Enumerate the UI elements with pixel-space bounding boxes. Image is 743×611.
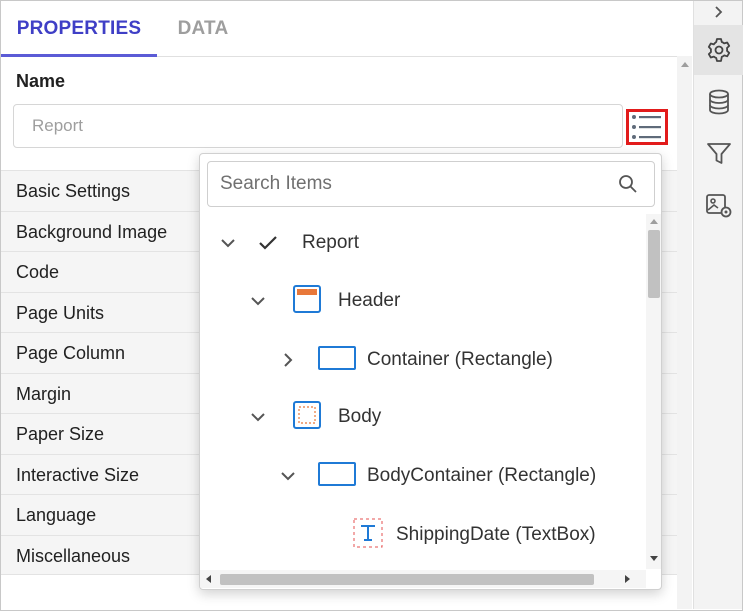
item-list-button[interactable]	[626, 109, 668, 145]
database-icon	[708, 89, 729, 115]
scroll-left-icon[interactable]	[206, 575, 211, 583]
scroll-up-icon[interactable]	[681, 62, 689, 67]
tab-properties[interactable]: PROPERTIES	[1, 1, 157, 57]
tree-vertical-scrollbar[interactable]	[646, 214, 661, 569]
name-input[interactable]: Report	[13, 104, 623, 148]
scrollbar-thumb[interactable]	[220, 574, 594, 585]
gear-icon	[707, 38, 730, 62]
scrollbar-thumb[interactable]	[648, 230, 660, 298]
rectangle-icon	[318, 345, 356, 375]
filter-rail-button[interactable]	[694, 129, 743, 179]
tab-data[interactable]: DATA	[157, 1, 249, 57]
rectangle-icon	[318, 461, 356, 491]
image-settings-icon	[705, 194, 731, 218]
chevron-right-icon	[714, 6, 722, 18]
data-rail-button[interactable]	[694, 77, 743, 127]
tree-node-body[interactable]: Body	[248, 397, 381, 437]
item-picker-popup: Report Header Container (Rectangl	[199, 153, 662, 590]
list-icon	[632, 115, 661, 139]
search-input[interactable]	[220, 162, 600, 206]
check-icon	[238, 235, 298, 251]
filter-icon	[706, 143, 731, 164]
tree-node-container[interactable]: Container (Rectangle)	[278, 340, 553, 380]
item-tree: Report Header Container (Rectangle) Body…	[200, 214, 646, 566]
tree-node-report[interactable]: Report	[218, 223, 359, 263]
tree-horizontal-scrollbar[interactable]	[200, 570, 646, 588]
scroll-up-icon[interactable]	[650, 219, 658, 224]
body-section-icon	[293, 400, 321, 434]
tree-node-label: Body	[338, 406, 382, 427]
scroll-right-icon[interactable]	[625, 575, 630, 583]
tree-node-label: Header	[338, 290, 401, 311]
header-section-icon	[293, 284, 321, 318]
search-icon[interactable]	[618, 174, 638, 194]
tree-node-header[interactable]: Header	[248, 281, 400, 321]
search-box[interactable]	[207, 161, 655, 207]
right-rail	[693, 1, 743, 609]
collapse-panel-button[interactable]	[694, 1, 743, 23]
panel-scrollbar[interactable]	[677, 56, 692, 609]
chevron-down-icon[interactable]	[278, 466, 298, 486]
tree-node-label: Report	[302, 232, 360, 253]
textbox-icon	[352, 517, 384, 554]
image-settings-rail-button[interactable]	[694, 181, 743, 231]
chevron-right-icon[interactable]	[278, 350, 298, 370]
tree-node-label: ShippingDate (TextBox)	[396, 524, 596, 545]
name-label: Name	[16, 71, 66, 91]
chevron-down-icon[interactable]	[248, 291, 268, 311]
chevron-down-icon[interactable]	[218, 233, 238, 253]
properties-rail-button[interactable]	[694, 25, 743, 75]
panel-tabs: PROPERTIES DATA	[1, 1, 677, 57]
tree-node-shippingdate[interactable]: ShippingDate (TextBox)	[352, 515, 596, 555]
chevron-down-icon[interactable]	[248, 407, 268, 427]
scroll-down-icon[interactable]	[650, 556, 658, 561]
tree-node-label: BodyContainer (Rectangle)	[367, 465, 597, 486]
tree-node-bodycontainer[interactable]: BodyContainer (Rectangle)	[278, 456, 596, 496]
tree-node-label: Container (Rectangle)	[367, 349, 553, 370]
